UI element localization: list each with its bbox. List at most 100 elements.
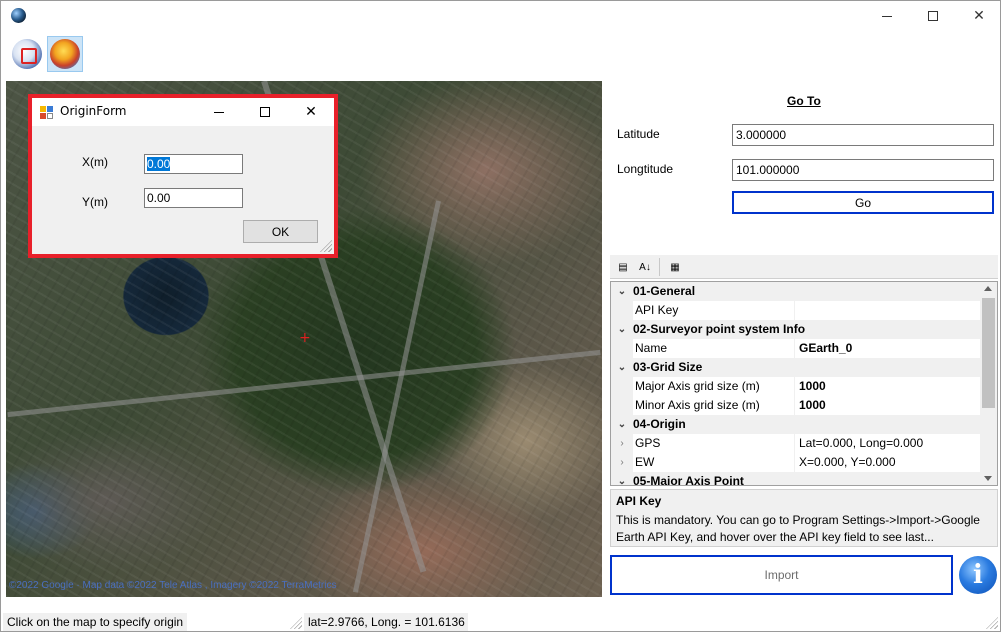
property-category[interactable]: ⌄ 01-General xyxy=(611,282,981,301)
origin-form-dialog: OriginForm ✕ X(m) 0.00 Y(m) 0.00 OK xyxy=(32,98,334,254)
property-value[interactable]: GEarth_0 xyxy=(795,339,981,358)
close-icon: ✕ xyxy=(973,8,985,24)
chevron-down-icon[interactable]: ⌄ xyxy=(611,415,633,434)
main-window: ✕ + ©2022 Google · Map data ©2022 Tele A… xyxy=(0,0,1001,632)
map-copyright: ©2022 Google · Map data ©2022 Tele Atlas… xyxy=(9,580,337,591)
category-name: 03-Grid Size xyxy=(633,360,703,374)
property-name: GPS xyxy=(633,434,795,453)
help-title: API Key xyxy=(616,494,662,508)
categorized-view-button[interactable]: ▤ xyxy=(614,258,632,276)
maximize-icon xyxy=(260,107,270,117)
chevron-down-icon[interactable]: ⌄ xyxy=(611,358,633,377)
property-value[interactable]: 1000 xyxy=(795,396,981,415)
property-help-panel: API Key This is mandatory. You can go to… xyxy=(610,489,998,547)
origin-form-titlebar: OriginForm ✕ xyxy=(32,98,334,126)
property-value[interactable] xyxy=(795,301,981,320)
go-button[interactable]: Go xyxy=(732,191,994,214)
property-grid-toolbar: ▤ A↓ ▦ xyxy=(610,255,998,279)
window-resize-grip[interactable] xyxy=(986,617,998,629)
property-row[interactable]: API Key xyxy=(611,301,981,320)
sort-alphabetical-icon: A↓ xyxy=(639,261,651,273)
property-value[interactable]: Lat=0.000, Long=0.000 xyxy=(795,434,981,453)
property-name: Minor Axis grid size (m) xyxy=(633,396,795,415)
expand-chevron-icon xyxy=(611,396,633,415)
map-road xyxy=(7,349,601,418)
toolbar-separator xyxy=(659,258,660,276)
resize-grip[interactable] xyxy=(320,240,332,252)
property-row[interactable]: › GPS Lat=0.000, Long=0.000 xyxy=(611,434,981,453)
form-icon xyxy=(40,106,54,119)
property-name: Major Axis grid size (m) xyxy=(633,377,795,396)
origin-form-close-button[interactable]: ✕ xyxy=(288,98,334,126)
property-row[interactable]: Major Axis grid size (m) 1000 xyxy=(611,377,981,396)
close-button[interactable]: ✕ xyxy=(956,1,1000,31)
property-category[interactable]: ⌄ 05-Major Axis Point xyxy=(611,472,981,486)
expand-chevron-icon xyxy=(611,339,633,358)
x-label: X(m) xyxy=(82,155,108,169)
set-origin-button[interactable] xyxy=(9,36,45,72)
x-input-value: 0.00 xyxy=(147,157,171,171)
maximize-button[interactable] xyxy=(910,1,956,31)
earth-overlay-button[interactable] xyxy=(47,36,83,72)
chevron-down-icon[interactable]: ⌄ xyxy=(611,282,633,301)
property-grid-scrollbar[interactable] xyxy=(980,282,997,485)
chevron-down-icon[interactable]: ⌄ xyxy=(611,472,633,485)
latitude-input[interactable]: 3.000000 xyxy=(732,124,994,146)
minimize-button[interactable] xyxy=(864,1,910,31)
origin-form-highlight: OriginForm ✕ X(m) 0.00 Y(m) 0.00 OK xyxy=(28,94,338,258)
x-input[interactable]: 0.00 xyxy=(144,154,243,174)
property-grid-rows: ⌄ 01-General API Key ⌄ 02-Surveyor point sys… xyxy=(611,282,981,486)
property-category[interactable]: ⌄ 02-Surveyor point system Info xyxy=(611,320,981,339)
main-toolbar xyxy=(1,33,1000,73)
status-hint: Click on the map to specify origin xyxy=(3,613,187,631)
longitude-input[interactable]: 101.000000 xyxy=(732,159,994,181)
goto-title: Go To xyxy=(787,94,821,108)
close-icon: ✕ xyxy=(305,104,317,120)
status-coordinates: lat=2.9766, Long. = 101.6136 xyxy=(304,613,468,631)
property-row[interactable]: Minor Axis grid size (m) 1000 xyxy=(611,396,981,415)
scroll-thumb[interactable] xyxy=(982,298,995,408)
property-name: Name xyxy=(633,339,795,358)
property-pages-button[interactable]: ▦ xyxy=(666,258,684,276)
category-name: 01-General xyxy=(633,284,696,298)
y-input[interactable]: 0.00 xyxy=(144,188,243,208)
category-name: 02-Surveyor point system Info xyxy=(633,322,806,336)
category-name: 05-Major Axis Point xyxy=(633,474,744,486)
earth-overlay-icon xyxy=(50,39,80,69)
property-value[interactable]: X=0.000, Y=0.000 xyxy=(795,453,981,472)
scroll-down-icon xyxy=(984,476,992,481)
y-input-value: 0.00 xyxy=(147,191,171,205)
category-name: 04-Origin xyxy=(633,417,686,431)
property-name: EW xyxy=(633,453,795,472)
property-row[interactable]: Name GEarth_0 xyxy=(611,339,981,358)
info-button[interactable]: i xyxy=(959,556,997,594)
ok-button[interactable]: OK xyxy=(243,220,318,243)
minimize-icon xyxy=(214,111,224,113)
alphabetical-view-button[interactable]: A↓ xyxy=(636,258,654,276)
property-category[interactable]: ⌄ 04-Origin xyxy=(611,415,981,434)
set-origin-icon xyxy=(12,39,42,69)
help-description: This is mandatory. You can go to Program… xyxy=(616,513,980,544)
property-row[interactable]: › EW X=0.000, Y=0.000 xyxy=(611,453,981,472)
expand-chevron-icon[interactable]: › xyxy=(611,453,633,472)
globe-app-icon xyxy=(11,8,26,23)
categorized-icon: ▤ xyxy=(618,261,628,273)
property-pages-icon: ▦ xyxy=(670,261,680,273)
info-icon: i xyxy=(973,560,983,590)
origin-form-title: OriginForm xyxy=(60,104,127,118)
property-name: API Key xyxy=(633,301,795,320)
property-category[interactable]: ⌄ 03-Grid Size xyxy=(611,358,981,377)
property-value[interactable]: 1000 xyxy=(795,377,981,396)
property-grid: ⌄ 01-General API Key ⌄ 02-Surveyor point sys… xyxy=(610,281,998,486)
minimize-icon xyxy=(882,15,892,17)
y-label: Y(m) xyxy=(82,195,108,209)
chevron-down-icon[interactable]: ⌄ xyxy=(611,320,633,339)
expand-chevron-icon xyxy=(611,377,633,396)
import-button[interactable]: Import xyxy=(610,555,953,595)
origin-form-maximize-button[interactable] xyxy=(242,98,288,126)
expand-chevron-icon[interactable]: › xyxy=(611,434,633,453)
origin-form-minimize-button[interactable] xyxy=(196,98,242,126)
longitude-label: Longtitude xyxy=(617,162,674,176)
expand-chevron-icon xyxy=(611,301,633,320)
map-crosshair-marker: + xyxy=(299,330,311,346)
